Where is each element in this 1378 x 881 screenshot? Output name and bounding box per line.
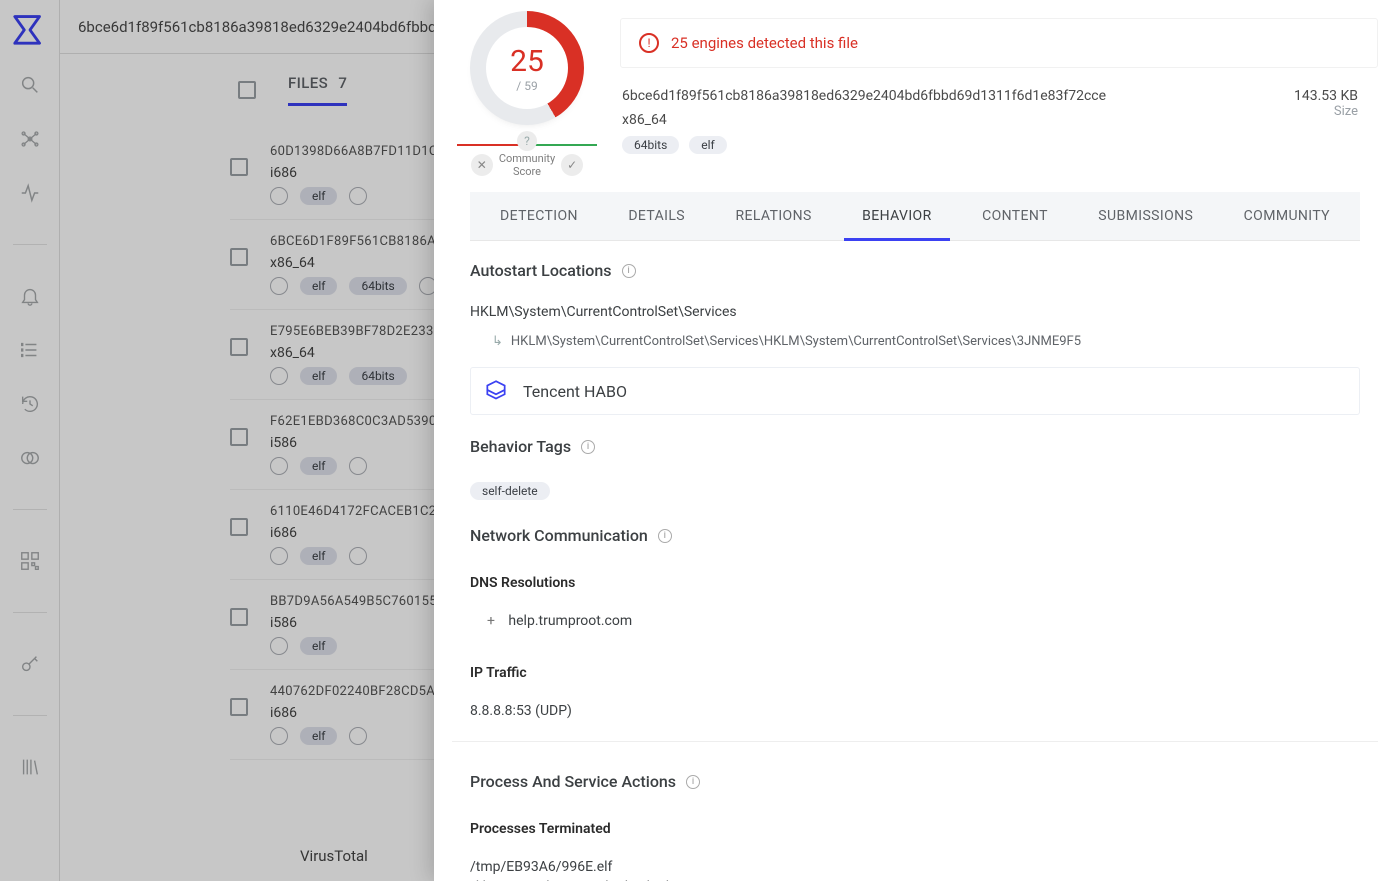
tab-detection[interactable]: DETECTION — [496, 192, 582, 240]
face-icon — [349, 727, 367, 745]
face-icon — [349, 457, 367, 475]
file-tag: elf — [300, 637, 337, 655]
tab-behavior[interactable]: BEHAVIOR — [858, 192, 936, 240]
provider-logo-icon — [483, 378, 509, 404]
file-size-value: 143.53 KB — [1294, 88, 1358, 104]
row-checkbox[interactable] — [230, 698, 248, 716]
overlap-icon[interactable] — [19, 447, 41, 469]
app-logo[interactable] — [10, 8, 50, 48]
file-tag: 64bits — [622, 136, 679, 154]
terminated-process: /lib/systemd/systemd-udevd --daemon — [470, 877, 1360, 881]
list-icon[interactable] — [19, 339, 41, 361]
tab-files-count: 7 — [338, 74, 347, 92]
warning-icon: ! — [639, 33, 659, 53]
gear-icon — [270, 637, 288, 655]
vote-up-button[interactable]: ✓ — [561, 154, 583, 176]
dns-entry: + help.trumproot.com — [470, 611, 1360, 631]
detection-gauge: 25 / 59 — [477, 18, 577, 118]
file-tag: 64bits — [349, 277, 406, 295]
info-icon[interactable]: i — [581, 440, 595, 454]
tab-submissions[interactable]: SUBMISSIONS — [1094, 192, 1197, 240]
tab-details[interactable]: DETAILS — [624, 192, 689, 240]
section-process-actions: Process And Service Actions i — [470, 762, 1360, 801]
section-behavior-tags: Behavior Tags i — [470, 427, 1360, 466]
row-checkbox[interactable] — [230, 518, 248, 536]
file-name: x86_64 — [622, 112, 1106, 128]
section-network: Network Communication i — [470, 516, 1360, 555]
tab-content[interactable]: CONTENT — [978, 192, 1052, 240]
row-checkbox[interactable] — [230, 248, 248, 266]
detection-count: 25 — [510, 44, 544, 79]
behavior-tag: self-delete — [470, 482, 550, 500]
search-icon[interactable] — [19, 74, 41, 96]
info-icon[interactable]: i — [658, 529, 672, 543]
file-hash: 6bce6d1f89f561cb8186a39818ed6329e2404bd6… — [622, 88, 1106, 104]
tab-community[interactable]: COMMUNITY — [1240, 192, 1334, 240]
file-tag: elf — [300, 277, 337, 295]
gear-icon — [270, 277, 288, 295]
row-checkbox[interactable] — [230, 428, 248, 446]
gear-icon — [270, 727, 288, 745]
info-icon[interactable]: i — [622, 264, 636, 278]
expand-icon[interactable]: + — [484, 613, 498, 629]
file-tag: elf — [300, 457, 337, 475]
tab-relations[interactable]: RELATIONS — [731, 192, 815, 240]
file-tag: elf — [300, 367, 337, 385]
row-checkbox[interactable] — [230, 608, 248, 626]
community-score-label: Community Score — [499, 152, 555, 178]
file-tag: elf — [689, 136, 726, 154]
provider-name: Tencent HABO — [523, 382, 627, 401]
row-checkbox[interactable] — [230, 338, 248, 356]
child-arrow-icon: ↳ — [492, 334, 503, 349]
face-icon — [349, 547, 367, 565]
score-block: 25 / 59 ? ✕ Community Score ✓ — [452, 18, 602, 178]
tab-files[interactable]: FILES 7 — [288, 74, 347, 106]
gear-icon — [270, 457, 288, 475]
graph-icon[interactable] — [19, 128, 41, 150]
info-icon[interactable]: i — [686, 775, 700, 789]
history-icon[interactable] — [19, 393, 41, 415]
processes-terminated-title: Processes Terminated — [470, 813, 1360, 845]
activity-icon[interactable] — [19, 182, 41, 204]
rail-nav — [13, 74, 47, 778]
tab-files-label: FILES — [288, 74, 328, 92]
detection-total: / 59 — [516, 79, 537, 93]
panel-tabs: DETECTION DETAILS RELATIONS BEHAVIOR CONTENT… — [470, 192, 1360, 241]
question-icon: ? — [517, 131, 537, 151]
row-checkbox[interactable] — [230, 158, 248, 176]
footer-virustotal[interactable]: VirusTotal — [300, 847, 368, 865]
face-icon — [349, 187, 367, 205]
key-icon[interactable] — [19, 653, 41, 675]
file-tag: elf — [300, 727, 337, 745]
library-icon[interactable] — [19, 756, 41, 778]
terminated-process: /tmp/EB93A6/996E.elf — [470, 857, 1360, 877]
file-tag: elf — [300, 547, 337, 565]
dns-resolutions-title: DNS Resolutions — [470, 567, 1360, 599]
autostart-child-path: ↳ HKLM\System\CurrentControlSet\Services… — [470, 334, 1360, 349]
bell-icon[interactable] — [19, 285, 41, 307]
topbar-hash: 6bce6d1f89f561cb8186a39818ed6329e2404bd6… — [78, 18, 453, 36]
ip-entry: 8.8.8.8:53 (UDP) — [470, 701, 1360, 721]
ip-traffic-title: IP Traffic — [470, 657, 1360, 689]
vote-down-button[interactable]: ✕ — [471, 154, 493, 176]
detection-alert: ! 25 engines detected this file — [620, 18, 1378, 68]
gear-icon — [270, 547, 288, 565]
select-all-checkbox[interactable] — [238, 81, 256, 99]
section-autostart: Autostart Locations i — [470, 251, 1360, 290]
file-tag: elf — [300, 187, 337, 205]
file-tag: 64bits — [349, 367, 406, 385]
alert-text: 25 engines detected this file — [671, 34, 858, 52]
gear-icon — [270, 187, 288, 205]
detail-panel: 25 / 59 ? ✕ Community Score ✓ ! 25 engin… — [434, 0, 1378, 881]
file-size-label: Size — [1294, 104, 1358, 119]
gear-icon — [270, 367, 288, 385]
qr-icon[interactable] — [19, 550, 41, 572]
left-rail — [0, 0, 60, 881]
community-score-bar: ? — [457, 144, 597, 146]
autostart-path: HKLM\System\CurrentControlSet\Services — [470, 302, 1360, 322]
provider-card[interactable]: Tencent HABO — [470, 367, 1360, 415]
